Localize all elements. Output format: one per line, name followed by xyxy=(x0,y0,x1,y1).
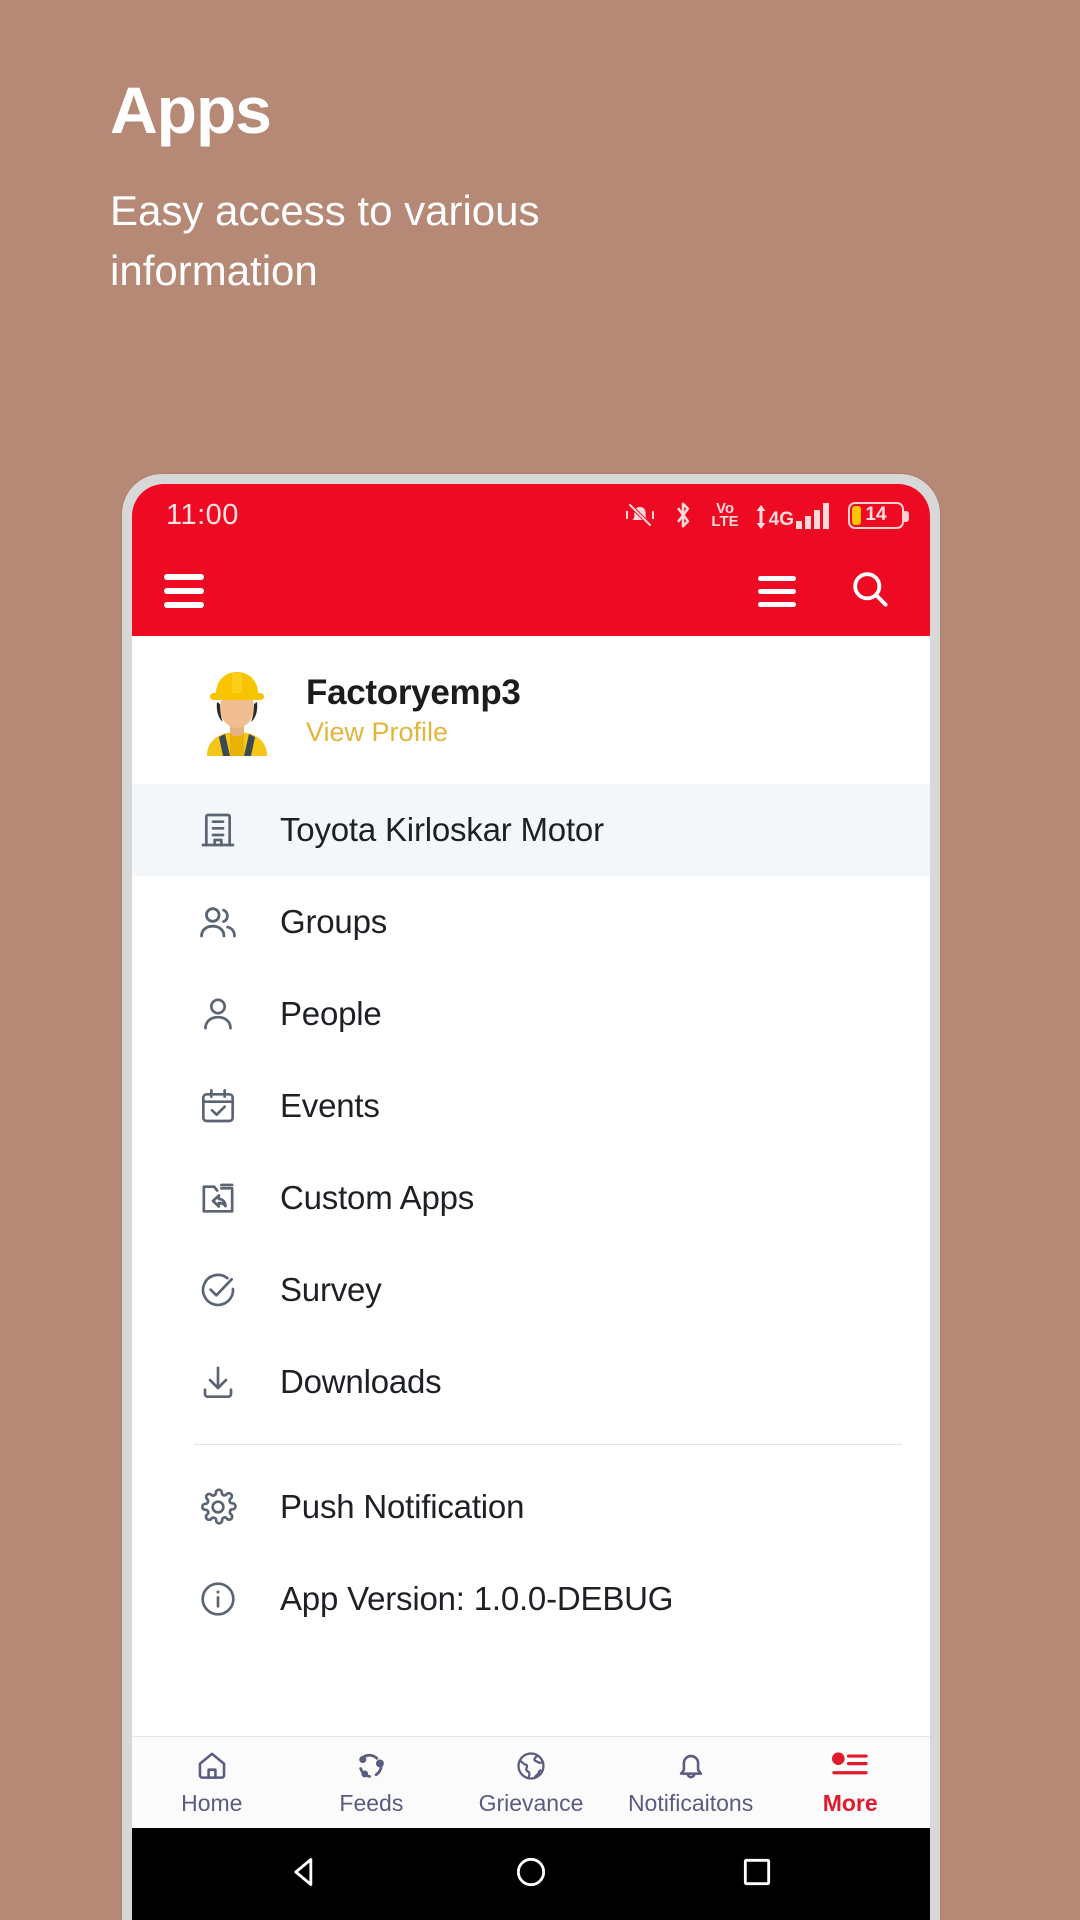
status-bar: 11:00 Vo LTE 4G 14 xyxy=(132,484,930,546)
nav-item-label: Grievance xyxy=(478,1789,584,1816)
profile-row[interactable]: Factoryemp3 View Profile xyxy=(132,636,930,784)
menu-item-label: Events xyxy=(280,1087,380,1124)
profile-text: Factoryemp3 View Profile xyxy=(306,673,521,748)
status-clock: 11:00 xyxy=(166,498,239,531)
app-bar xyxy=(132,546,930,636)
hamburger-menu-icon[interactable] xyxy=(164,574,204,608)
menu-item-groups[interactable]: Groups xyxy=(132,876,930,968)
feeds-icon xyxy=(354,1749,388,1783)
search-icon[interactable] xyxy=(848,567,892,616)
menu-item-downloads[interactable]: Downloads xyxy=(132,1336,930,1428)
groups-icon xyxy=(194,898,242,946)
phone-screen: 11:00 Vo LTE 4G 14 Factoryemp3 View Prof… xyxy=(132,484,930,1920)
menu-item-push-notification[interactable]: Push Notification xyxy=(132,1461,930,1553)
more-list-icon xyxy=(831,1749,869,1783)
menu-item-label: Toyota Kirloskar Motor xyxy=(280,811,604,848)
construction-worker-avatar xyxy=(194,664,280,756)
battery-icon: 14 xyxy=(848,501,909,529)
home-circle-icon[interactable] xyxy=(511,1852,551,1897)
nav-item-more[interactable]: More xyxy=(770,1737,930,1828)
menu-item-label: Push Notification xyxy=(280,1488,525,1525)
menu-item-label: App Version: 1.0.0-DEBUG xyxy=(280,1580,674,1617)
status-icon-group: Vo LTE 4G 14 xyxy=(625,499,909,530)
bluetooth-icon xyxy=(671,500,695,530)
menu-item-label: Survey xyxy=(280,1271,382,1308)
bottom-navigation: Home Feeds Grievance Notificaitons More xyxy=(132,1736,930,1828)
menu-item-label: Custom Apps xyxy=(280,1179,475,1216)
mute-vibrate-icon xyxy=(625,500,655,530)
nav-item-feeds[interactable]: Feeds xyxy=(292,1737,452,1828)
nav-item-notifications[interactable]: Notificaitons xyxy=(611,1737,771,1828)
custom-apps-icon xyxy=(194,1174,242,1222)
menu-item-people[interactable]: People xyxy=(132,968,930,1060)
download-icon xyxy=(194,1358,242,1406)
calendar-check-icon xyxy=(194,1082,242,1130)
info-icon xyxy=(194,1575,242,1623)
hamburger-menu-icon-right[interactable] xyxy=(758,575,796,607)
menu-item-label: Downloads xyxy=(280,1363,442,1400)
nav-item-label: Notificaitons xyxy=(627,1789,754,1816)
person-icon xyxy=(194,990,242,1038)
volte-icon: Vo LTE xyxy=(711,499,739,530)
back-triangle-icon[interactable] xyxy=(285,1852,325,1897)
android-system-nav xyxy=(132,1828,930,1920)
nav-item-label: More xyxy=(822,1789,878,1816)
menu-item-custom-apps[interactable]: Custom Apps xyxy=(132,1152,930,1244)
menu-divider xyxy=(194,1444,902,1445)
nav-item-home[interactable]: Home xyxy=(132,1737,292,1828)
recents-square-icon[interactable] xyxy=(737,1852,777,1897)
check-circle-icon xyxy=(194,1266,242,1314)
nav-item-label: Feeds xyxy=(339,1789,404,1816)
promo-block: Apps Easy access to various information xyxy=(110,73,870,301)
menu-item-label: Groups xyxy=(280,903,388,940)
bell-icon xyxy=(674,1749,708,1783)
building-icon xyxy=(194,806,242,854)
page-subtitle: Easy access to various information xyxy=(110,187,540,294)
gear-icon xyxy=(194,1483,242,1531)
menu-item-survey[interactable]: Survey xyxy=(132,1244,930,1336)
nav-item-grievance[interactable]: Grievance xyxy=(451,1737,611,1828)
view-profile-link[interactable]: View Profile xyxy=(306,717,521,748)
side-menu-list: Toyota Kirloskar Motor Groups People Eve… xyxy=(132,784,930,1736)
phone-frame: 11:00 Vo LTE 4G 14 Factoryemp3 View Prof… xyxy=(122,474,940,1920)
menu-item-company[interactable]: Toyota Kirloskar Motor xyxy=(132,784,930,876)
app-bar-actions xyxy=(758,567,892,616)
nav-item-label: Home xyxy=(181,1789,243,1816)
globe-icon xyxy=(514,1749,548,1783)
menu-item-app-version: App Version: 1.0.0-DEBUG xyxy=(132,1553,930,1645)
page-title: Apps xyxy=(110,73,272,147)
home-icon xyxy=(195,1749,229,1783)
signal-4g-icon: 4G xyxy=(755,501,832,529)
menu-item-events[interactable]: Events xyxy=(132,1060,930,1152)
menu-item-label: People xyxy=(280,995,382,1032)
profile-name: Factoryemp3 xyxy=(306,672,521,712)
